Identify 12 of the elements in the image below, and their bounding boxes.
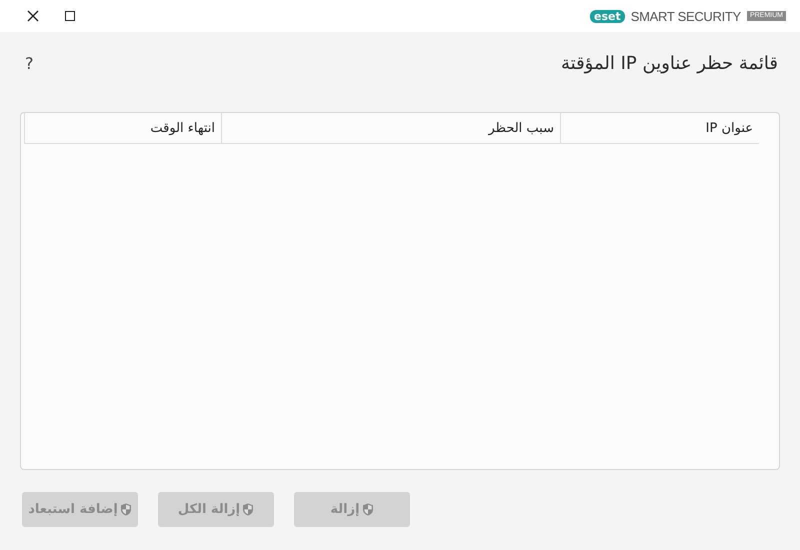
column-header[interactable]: انتهاء الوقت [25, 113, 221, 143]
page-title: قائمة حظر عناوين IP المؤقتة [561, 52, 779, 74]
maximize-icon[interactable] [65, 11, 75, 21]
column-header[interactable]: عنوان IP [560, 113, 759, 143]
shield-icon [362, 503, 374, 516]
close-icon[interactable] [27, 10, 39, 22]
shield-icon [242, 503, 254, 516]
brand-logo: eset [590, 10, 625, 22]
help-link[interactable]: ? [20, 54, 34, 72]
column-header[interactable]: سبب الحظر [221, 113, 560, 143]
product-name: SMART SECURITY [630, 8, 741, 24]
shield-icon [120, 503, 132, 516]
